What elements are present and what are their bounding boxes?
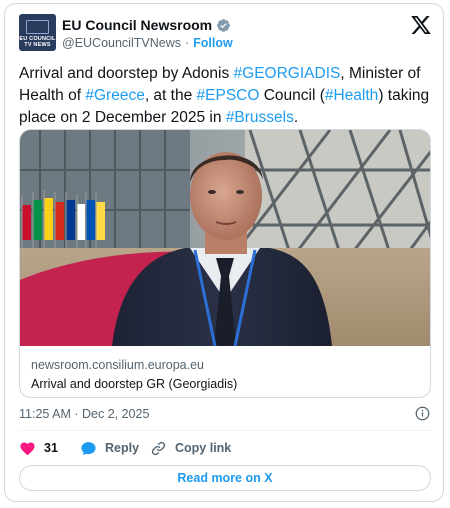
avatar-flag-icon [26, 20, 49, 34]
verified-badge-icon [217, 18, 231, 32]
like-count: 31 [44, 441, 58, 455]
hashtag-link[interactable]: #Health [325, 87, 378, 104]
embedded-post-card: EU COUNCIL TV NEWS EU Council Newsroom @… [4, 3, 444, 502]
author-handle-row: @EUCouncilTVNews · Follow [62, 36, 233, 50]
post-text-segment: Arrival and doorstep by Adonis [19, 65, 234, 82]
post-text-segment: Council ( [259, 87, 325, 104]
link-icon [151, 441, 166, 455]
hashtag-link[interactable]: #Brussels [226, 109, 294, 126]
like-button[interactable]: 31 [19, 438, 58, 458]
heart-icon [20, 441, 35, 455]
media-thumbnail-image[interactable] [20, 130, 431, 346]
author-handle[interactable]: @EUCouncilTVNews [62, 36, 181, 50]
author-display-name[interactable]: EU Council Newsroom [62, 17, 212, 33]
link-preview-card[interactable]: newsroom.consilium.europa.eu Arrival and… [19, 129, 431, 398]
link-title: Arrival and doorstep GR (Georgiadis) [31, 377, 238, 391]
post-timestamp[interactable]: 11:25 AM · Dec 2, 2025 [19, 407, 149, 421]
avatar-text-line2: TV NEWS [24, 42, 51, 48]
post-text-segment: , at the [144, 87, 197, 104]
hashtag-link[interactable]: #GEORGIADIS [234, 65, 341, 82]
link-domain: newsroom.consilium.europa.eu [31, 358, 205, 372]
post-text: Arrival and doorstep by Adonis #GEORGIAD… [19, 63, 437, 129]
separator-dot: · [184, 36, 190, 50]
follow-link[interactable]: Follow [193, 36, 233, 50]
copy-link-button[interactable]: Copy link [150, 438, 231, 458]
divider [19, 430, 431, 431]
hashtag-link[interactable]: #Greece [85, 87, 144, 104]
avatar[interactable]: EU COUNCIL TV NEWS [19, 14, 56, 51]
author-name-row: EU Council Newsroom [62, 16, 231, 34]
reply-button[interactable]: Reply [80, 438, 139, 458]
read-more-button[interactable]: Read more on X [19, 465, 431, 491]
copy-link-label: Copy link [175, 441, 232, 455]
post-text-segment: . [293, 109, 299, 126]
hashtag-link[interactable]: #EPSCO [197, 87, 260, 104]
reply-label: Reply [105, 441, 140, 455]
reply-bubble-icon [81, 441, 96, 455]
info-icon[interactable] [415, 406, 430, 421]
x-logo-icon[interactable] [411, 16, 431, 34]
